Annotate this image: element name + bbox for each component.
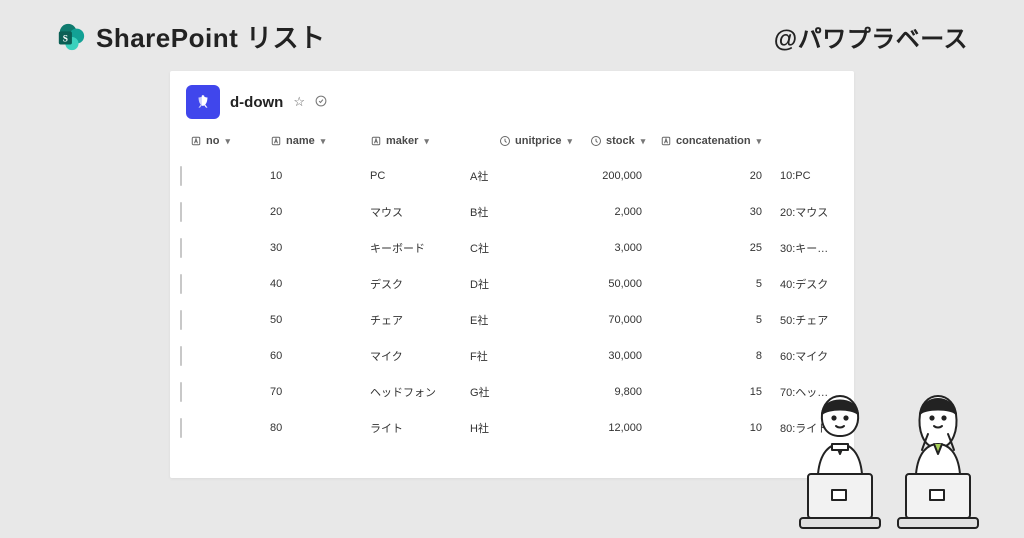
column-header-stock[interactable]: stock ▾ (586, 127, 656, 158)
chevron-down-icon: ▾ (225, 136, 230, 147)
cell-no: 10 (266, 158, 366, 194)
row-marker (180, 310, 182, 330)
favorite-star-icon[interactable]: ☆ (293, 94, 305, 110)
cell-maker: C社 (466, 230, 586, 266)
cell-unitprice: 200,000 (586, 158, 656, 194)
cell-concatenation: 30:キーボード (776, 230, 838, 266)
cell-concatenation: 20:マウス (776, 194, 838, 230)
cell-maker: A社 (466, 158, 586, 194)
svg-text:S: S (63, 34, 68, 44)
cell-no: 40 (266, 266, 366, 302)
cell-name: マウス (366, 194, 466, 230)
cell-stock: 5 (656, 302, 776, 338)
row-marker (180, 166, 182, 186)
chevron-down-icon: ▾ (321, 136, 326, 147)
cell-no: 50 (266, 302, 366, 338)
column-label: stock (606, 135, 635, 147)
cell-name: デスク (366, 266, 466, 302)
sharepoint-list-panel: d-down ☆ no▾name▾maker▾unitprice▾stock▾c… (170, 71, 854, 478)
cell-concatenation: 50:チェア (776, 302, 838, 338)
cell-name: PC (366, 158, 466, 194)
cell-unitprice: 70,000 (586, 302, 656, 338)
column-header-concatenation[interactable]: concatenation ▾ (656, 127, 776, 158)
row-marker (180, 382, 182, 402)
cell-no: 70 (266, 374, 366, 410)
cell-maker: D社 (466, 266, 586, 302)
list-name: d-down (230, 94, 283, 111)
table-row[interactable]: 10PCA社200,0002010:PC (186, 158, 838, 194)
cell-stock: 8 (656, 338, 776, 374)
row-marker (180, 274, 182, 294)
cell-no: 20 (266, 194, 366, 230)
cell-maker: F社 (466, 338, 586, 374)
column-label: maker (386, 135, 418, 147)
chevron-down-icon: ▾ (424, 136, 429, 147)
chevron-down-icon: ▾ (567, 136, 572, 147)
column-header-name[interactable]: name ▾ (266, 127, 366, 158)
cell-maker: H社 (466, 410, 586, 446)
cell-unitprice: 9,800 (586, 374, 656, 410)
cell-stock: 10 (656, 410, 776, 446)
column-label: concatenation (676, 135, 751, 147)
column-label: name (286, 135, 315, 147)
cell-name: チェア (366, 302, 466, 338)
cell-name: マイク (366, 338, 466, 374)
list-table: no▾name▾maker▾unitprice▾stock▾concatenat… (186, 127, 838, 446)
row-marker (180, 346, 182, 366)
cell-unitprice: 12,000 (586, 410, 656, 446)
row-marker (180, 418, 182, 438)
cell-concatenation: 10:PC (776, 158, 838, 194)
cell-name: ライト (366, 410, 466, 446)
cell-stock: 20 (656, 158, 776, 194)
cell-stock: 5 (656, 266, 776, 302)
sharepoint-icon: S (56, 22, 86, 52)
page-title: SharePoint リスト (96, 18, 325, 55)
cell-unitprice: 2,000 (586, 194, 656, 230)
cell-no: 80 (266, 410, 366, 446)
people-illustration (778, 378, 998, 538)
chevron-down-icon: ▾ (641, 136, 646, 147)
cell-no: 30 (266, 230, 366, 266)
row-marker (180, 202, 182, 222)
column-header-unitprice[interactable]: unitprice ▾ (466, 127, 586, 158)
table-row[interactable]: 30キーボードC社3,0002530:キーボード (186, 230, 838, 266)
status-check-icon[interactable] (315, 95, 327, 110)
channel-brand: @パワプラベース (774, 19, 968, 54)
cell-name: ヘッドフォン (366, 374, 466, 410)
cell-no: 60 (266, 338, 366, 374)
table-row[interactable]: 60マイクF社30,000860:マイク (186, 338, 838, 374)
table-row[interactable]: 80ライトH社12,0001080:ライト (186, 410, 838, 446)
cell-maker: G社 (466, 374, 586, 410)
cell-unitprice: 30,000 (586, 338, 656, 374)
cell-unitprice: 3,000 (586, 230, 656, 266)
cell-stock: 15 (656, 374, 776, 410)
cell-maker: B社 (466, 194, 586, 230)
table-row[interactable]: 70ヘッドフォンG社9,8001570:ヘッドフォン (186, 374, 838, 410)
cell-concatenation: 60:マイク (776, 338, 838, 374)
cell-stock: 25 (656, 230, 776, 266)
table-row[interactable]: 50チェアE社70,000550:チェア (186, 302, 838, 338)
list-avatar-icon (186, 85, 220, 119)
cell-name: キーボード (366, 230, 466, 266)
table-row[interactable]: 20マウスB社2,0003020:マウス (186, 194, 838, 230)
row-marker (180, 238, 182, 258)
cell-stock: 30 (656, 194, 776, 230)
cell-concatenation: 40:デスク (776, 266, 838, 302)
cell-unitprice: 50,000 (586, 266, 656, 302)
cell-maker: E社 (466, 302, 586, 338)
column-label: no (206, 135, 219, 147)
column-header-no[interactable]: no ▾ (186, 127, 266, 158)
table-row[interactable]: 40デスクD社50,000540:デスク (186, 266, 838, 302)
column-header-maker[interactable]: maker ▾ (366, 127, 466, 158)
chevron-down-icon: ▾ (757, 136, 762, 147)
column-label: unitprice (515, 135, 561, 147)
